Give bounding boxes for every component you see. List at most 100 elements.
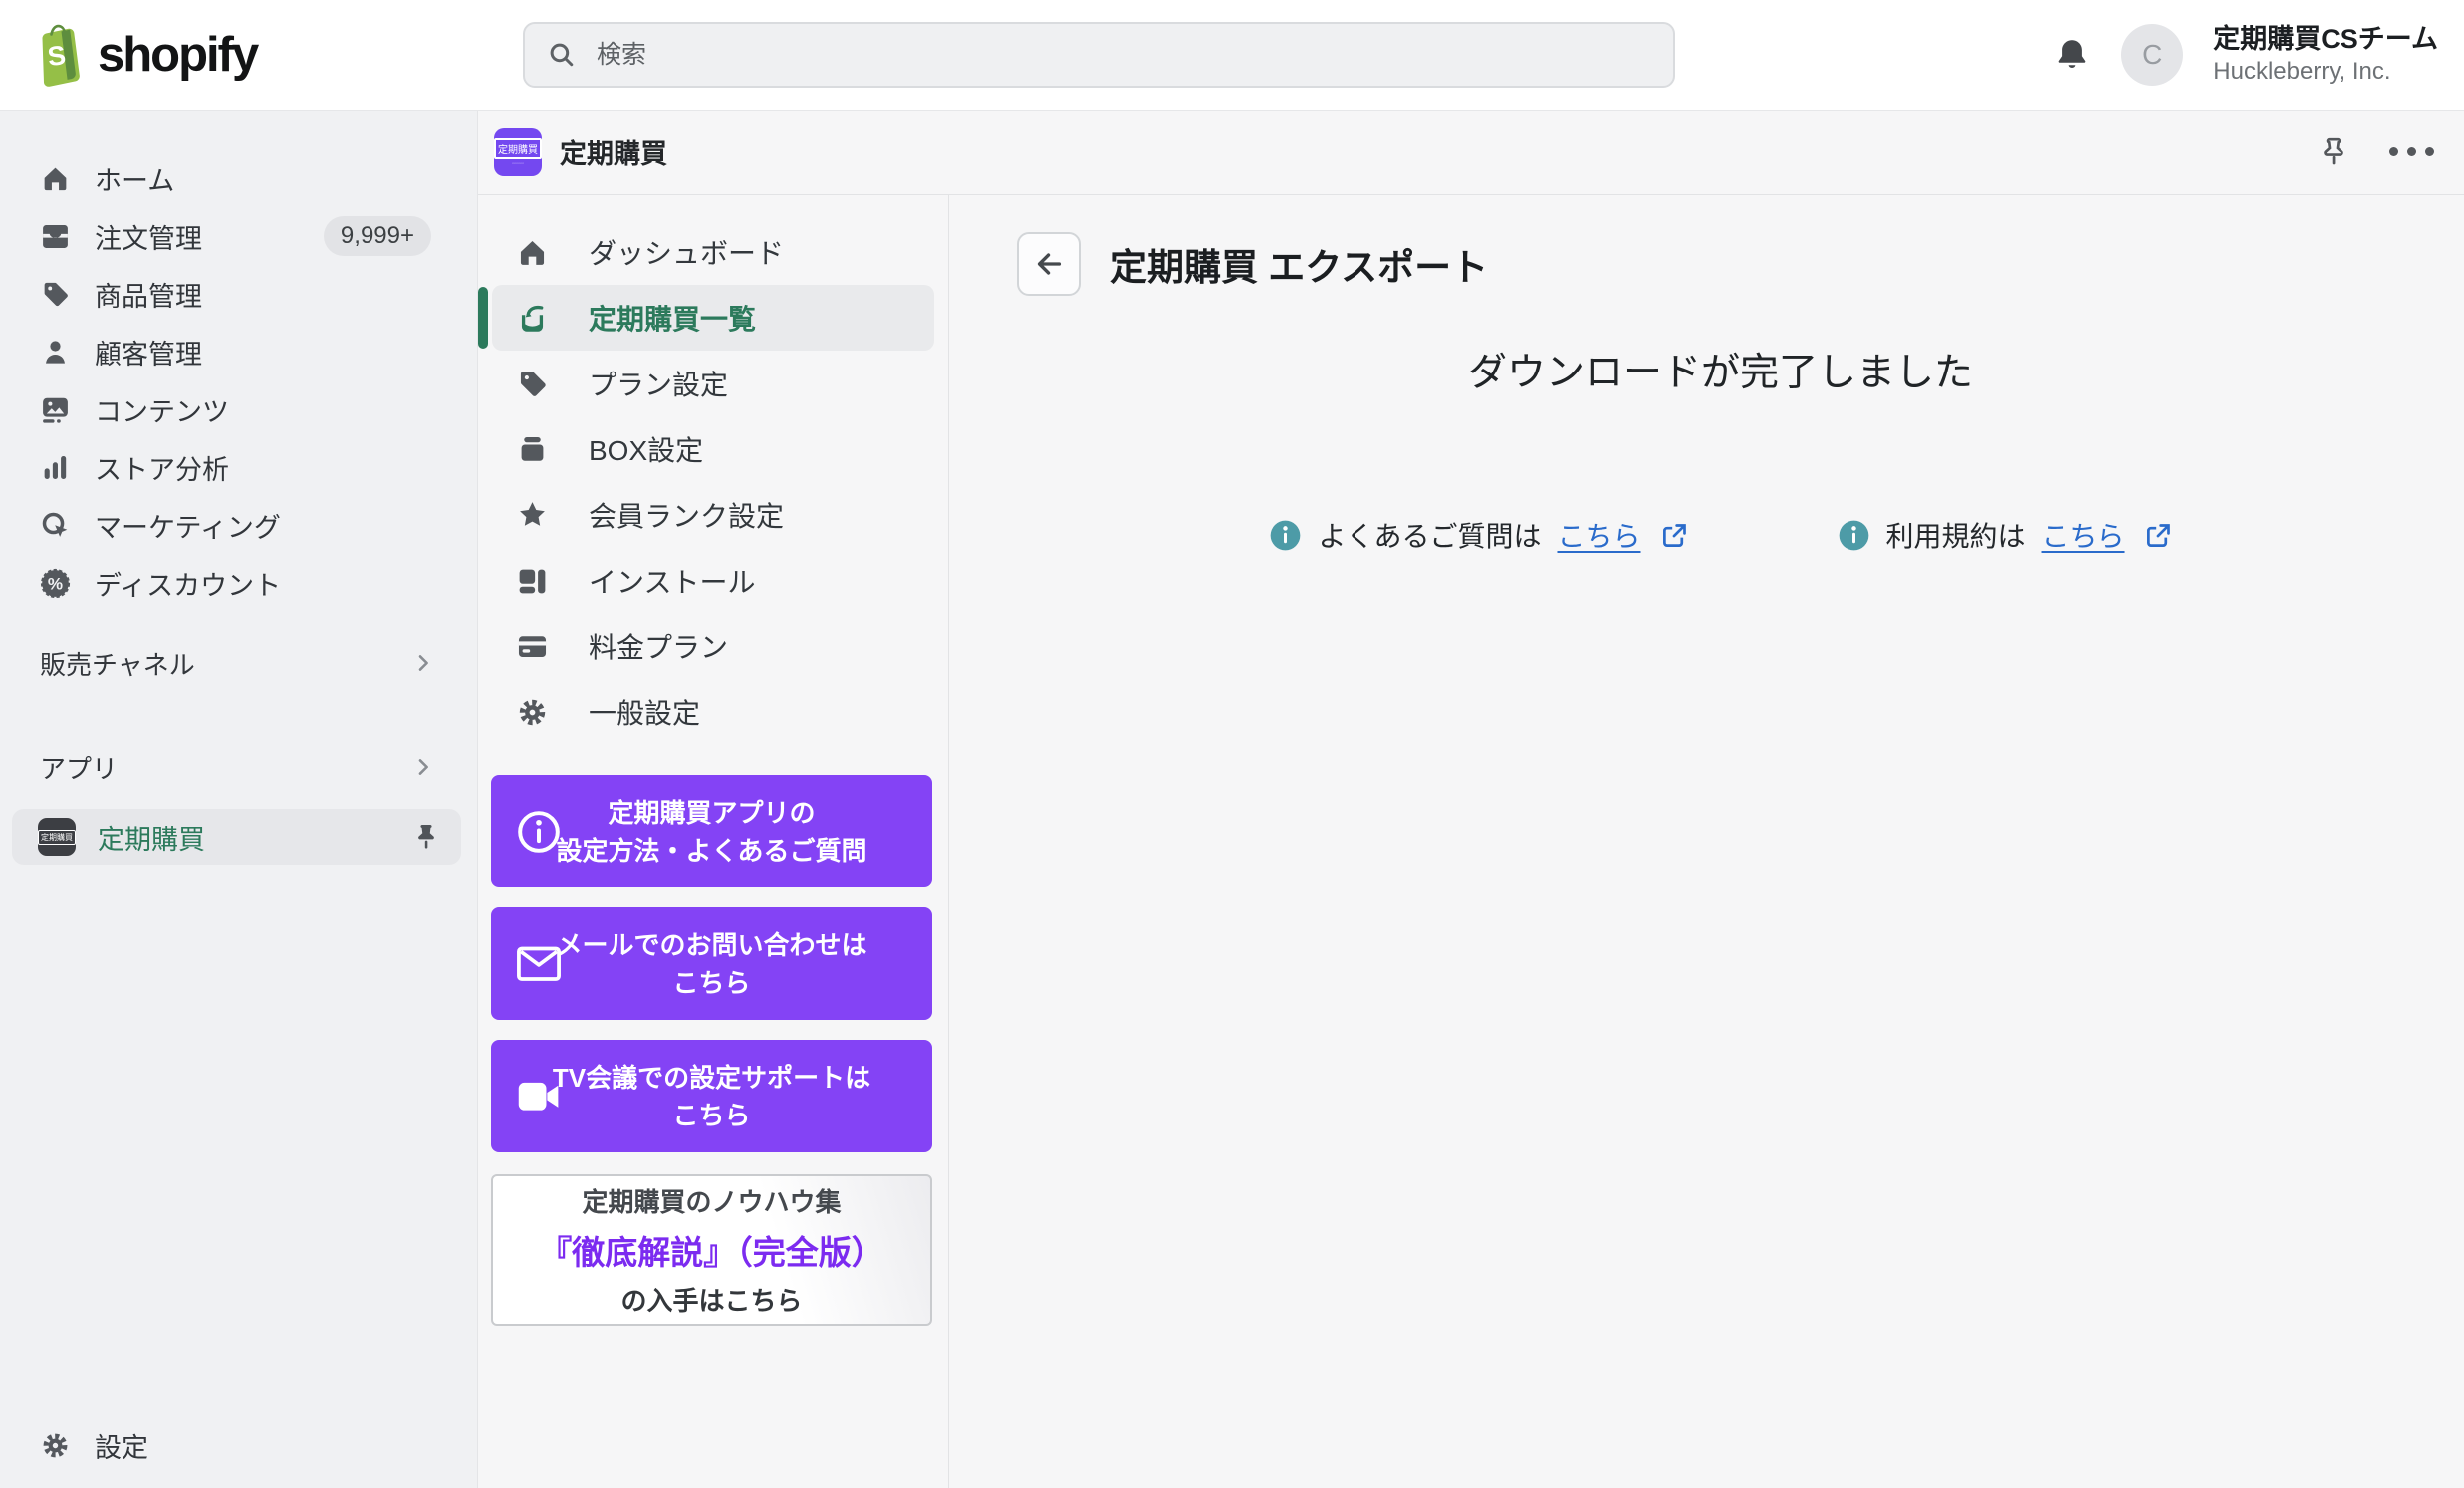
sidebar-item-label: 設定 xyxy=(95,1432,148,1463)
star-icon xyxy=(516,499,549,532)
shopify-logo[interactable]: S shopify xyxy=(30,0,259,110)
pin-icon[interactable] xyxy=(2318,136,2349,168)
more-options-icon[interactable] xyxy=(2389,147,2434,156)
terms-link[interactable]: こちら xyxy=(2042,515,2125,555)
sidebar-section-apps[interactable]: アプリ xyxy=(0,739,477,795)
mail-icon xyxy=(515,940,563,988)
sidebar-item-marketing[interactable]: マーケティング xyxy=(0,496,477,554)
faq-link-item: よくあるご質問は こちら xyxy=(1269,515,1687,555)
back-button[interactable] xyxy=(1017,232,1081,296)
knowhow-line3: の入手はこちら xyxy=(620,1286,803,1316)
arrow-left-icon xyxy=(1037,253,1062,275)
email-contact-button[interactable]: メールでのお問い合わせは こちら xyxy=(491,907,932,1020)
notifications-button[interactable] xyxy=(2052,35,2092,75)
app-nav-label: BOX設定 xyxy=(589,435,704,466)
credit-card-icon xyxy=(516,630,549,663)
app-nav-member-rank[interactable]: 会員ランク設定 xyxy=(492,482,934,548)
image-icon xyxy=(40,394,71,425)
sidebar-item-content[interactable]: コンテンツ xyxy=(0,380,477,438)
shopify-bag-icon: S xyxy=(30,23,86,87)
dashboard-home-icon xyxy=(516,236,549,269)
user-name: 定期購買CSチーム xyxy=(2213,24,2438,55)
subscription-list-icon xyxy=(516,302,549,335)
sidebar-item-label: 注文管理 xyxy=(95,223,202,254)
app-nav-label: インストール xyxy=(589,567,756,598)
app-nav-install[interactable]: インストール xyxy=(492,548,934,614)
shopify-admin-screen: S shopify C 定期購買CSチーム Huckleberry, Inc. xyxy=(0,0,2464,1488)
sidebar-item-analytics[interactable]: ストア分析 xyxy=(0,438,477,496)
sidebar-footer: 設定 xyxy=(0,1416,477,1474)
sidebar-item-customers[interactable]: 顧客管理 xyxy=(0,323,477,380)
sidebar-item-orders[interactable]: 注文管理 9,999+ xyxy=(0,207,477,265)
download-complete-message: ダウンロードが完了しました xyxy=(1467,352,1973,394)
page-title: 定期購買 エクスポート xyxy=(1110,247,1489,288)
box-icon xyxy=(516,433,549,466)
sidebar-item-subscription-app[interactable]: 定期購買 定期購買 xyxy=(12,809,461,865)
sidebar-item-discounts[interactable]: % ディスカウント xyxy=(0,554,477,612)
video-support-button[interactable]: TV会議での設定サポートは こちら xyxy=(491,1040,932,1152)
app-nav-label: プラン設定 xyxy=(589,370,729,400)
knowhow-card[interactable]: 定期購買のノウハウ集 『徹底解説』（完全版） の入手はこちら xyxy=(491,1174,932,1326)
knowhow-line1: 定期購買のノウハウ集 xyxy=(582,1187,842,1217)
faq-setup-button[interactable]: 定期購買アプリの 設定方法・よくあるご質問 xyxy=(491,775,932,887)
chevron-right-icon xyxy=(411,651,435,675)
sidebar-section-sales-channels[interactable]: 販売チャネル xyxy=(0,635,477,691)
app-icon-signature: ﹏﹏ xyxy=(511,158,524,165)
link-prefix: よくあるご質問は xyxy=(1318,521,1542,552)
app-header-actions xyxy=(2318,136,2434,168)
person-icon xyxy=(40,337,71,368)
section-label: 販売チャネル xyxy=(40,649,195,680)
pinned-app-label: 定期購買 xyxy=(98,824,205,855)
app-nav-label: 会員ランク設定 xyxy=(589,501,785,532)
user-menu[interactable]: 定期購買CSチーム Huckleberry, Inc. xyxy=(2213,23,2438,87)
selected-accent-bar xyxy=(478,287,488,349)
sidebar-item-label: ホーム xyxy=(95,165,175,196)
app-nav-plan-settings[interactable]: プラン設定 xyxy=(492,351,934,416)
sidebar-item-label: ディスカウント xyxy=(95,570,282,601)
sidebar-item-label: マーケティング xyxy=(95,512,281,543)
search-input[interactable] xyxy=(595,39,1651,71)
sidebar-item-products[interactable]: 商品管理 xyxy=(0,265,477,323)
pin-icon[interactable] xyxy=(411,822,441,852)
faq-link[interactable]: こちら xyxy=(1557,515,1640,555)
shopify-sidebar: ホーム 注文管理 9,999+ 商品管理 顧客管理 コンテンツ ストア分析 マー… xyxy=(0,110,478,1488)
app-nav: ダッシュボード 定期購買一覧 プラン設定 BOX設定 会員ランク設定 インストー… xyxy=(478,195,949,1488)
orders-count-badge: 9,999+ xyxy=(323,216,431,256)
user-company: Huckleberry, Inc. xyxy=(2213,57,2391,85)
app-nav-dashboard[interactable]: ダッシュボード xyxy=(492,219,934,285)
app-title: 定期購買 xyxy=(560,139,667,169)
sidebar-item-settings[interactable]: 設定 xyxy=(0,1416,477,1474)
gear-icon xyxy=(516,696,549,729)
discount-badge-icon: % xyxy=(40,568,71,599)
external-link-icon xyxy=(2145,522,2172,549)
app-nav-label: 料金プラン xyxy=(589,632,729,663)
bell-icon xyxy=(2058,40,2086,68)
sidebar-item-label: 商品管理 xyxy=(95,281,202,312)
video-camera-icon xyxy=(515,1073,563,1120)
info-icon xyxy=(1269,519,1302,552)
help-links-row: よくあるご質問は こちら 利用規約は こちら xyxy=(1017,515,2424,555)
shopify-wordmark: shopify xyxy=(98,28,259,82)
sidebar-item-label: コンテンツ xyxy=(95,396,229,427)
app-nav-general-settings[interactable]: 一般設定 xyxy=(492,679,934,745)
app-nav-billing-plan[interactable]: 料金プラン xyxy=(492,614,934,679)
subscription-app-icon: 定期購買 xyxy=(38,818,76,856)
app-nav-box-settings[interactable]: BOX設定 xyxy=(492,416,934,482)
page-title-row: 定期購買 エクスポート xyxy=(1017,232,2424,296)
orders-icon xyxy=(40,221,71,252)
knowhow-line2: 『徹底解説』（完全版） xyxy=(539,1234,884,1271)
app-nav-label: 定期購買一覧 xyxy=(589,304,757,335)
app-body: ダッシュボード 定期購買一覧 プラン設定 BOX設定 会員ランク設定 インストー… xyxy=(478,195,2464,1488)
info-circle-icon xyxy=(515,808,563,856)
external-link-icon xyxy=(1661,522,1688,549)
info-icon xyxy=(1838,519,1870,552)
global-search[interactable] xyxy=(523,22,1675,88)
svg-text:S: S xyxy=(46,40,68,72)
main-content: 定期購買 エクスポート ダウンロードが完了しました よくあるご質問は こちら 利… xyxy=(949,195,2464,1488)
app-nav-subscription-list[interactable]: 定期購買一覧 xyxy=(492,285,934,351)
target-cursor-icon xyxy=(40,510,71,541)
sidebar-item-home[interactable]: ホーム xyxy=(0,149,477,207)
gear-icon xyxy=(40,1430,71,1461)
avatar[interactable]: C xyxy=(2121,24,2184,86)
sidebar-item-label: ストア分析 xyxy=(95,454,229,485)
